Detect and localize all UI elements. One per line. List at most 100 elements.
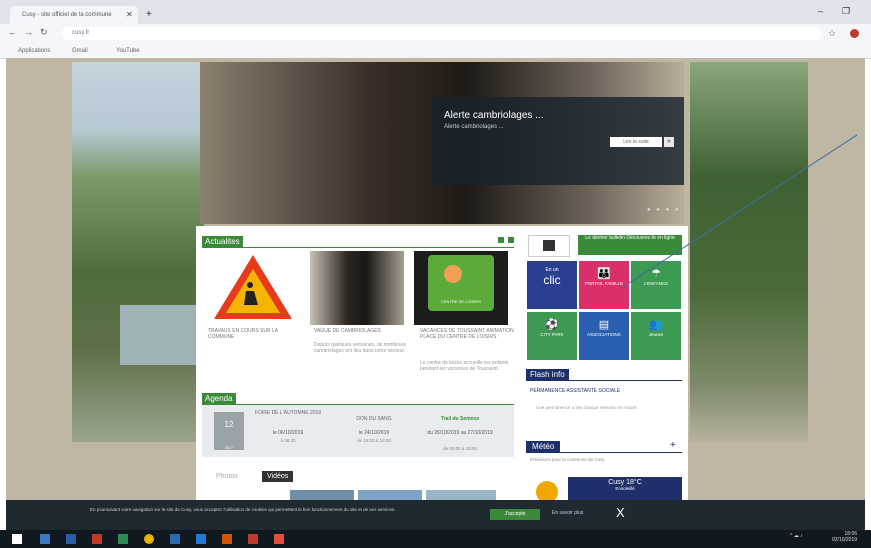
news-card-1-image[interactable]: [206, 251, 300, 325]
flash-divider: [526, 380, 682, 381]
clock-date: 02/10/2019: [832, 537, 858, 543]
magazine-icon[interactable]: [528, 235, 570, 257]
tile-enfance-label: L'ENFANCE: [643, 281, 669, 286]
forward-icon[interactable]: →: [24, 27, 33, 37]
bookmark-youtube[interactable]: YouTube: [116, 45, 140, 57]
meteo-expand-icon[interactable]: +: [670, 440, 676, 451]
bookmark-applications[interactable]: Applications: [18, 45, 50, 57]
tile-en-un-clic[interactable]: En un clic: [527, 261, 577, 309]
event-1-date: le 06/10/2019: [272, 430, 304, 436]
event-1-title[interactable]: FOIRE DE L'AUTOMNE 2019: [252, 410, 324, 416]
cookie-banner: [6, 500, 865, 530]
meteo-text: Prévisions pour la commune de Cusy.: [530, 457, 606, 462]
group-icon: 👥: [649, 319, 663, 331]
event-3-title[interactable]: Trail du Semnoz: [424, 416, 496, 422]
reload-icon[interactable]: ↻: [40, 27, 48, 38]
calendar-month: OCT: [224, 445, 234, 450]
tile-jeunes-label: Jeunes: [648, 332, 664, 337]
cookie-close-icon[interactable]: X: [616, 505, 625, 520]
star-icon[interactable]: ☆: [828, 28, 836, 39]
event-3-time: de 08:00 à 18:00: [443, 446, 477, 451]
tile-enfance[interactable]: ☂ L'ENFANCE: [631, 261, 681, 309]
browser-tab[interactable]: Cusy - site officiel de la commune: [10, 6, 138, 24]
tile-city-park-label: CITY PARK: [540, 332, 564, 337]
taskbar-app-icon[interactable]: [92, 534, 102, 544]
video-thumbnail[interactable]: [290, 490, 354, 500]
cookie-accept-button[interactable]: J'accepte: [490, 509, 540, 520]
profile-avatar[interactable]: [850, 29, 859, 38]
tile-portail-famille-label: PORTAIL FAMILLE: [584, 281, 624, 286]
news-next-icon[interactable]: [508, 237, 514, 243]
flash-info-text: Une permanence a lieu chaque semaine en …: [536, 405, 638, 410]
tab-close-icon[interactable]: ✕: [126, 6, 133, 24]
news-card-1-title[interactable]: TRAVAUX EN COURS SUR LA COMMUNE: [208, 328, 302, 340]
slider-dots[interactable]: ● ● ● ●: [647, 207, 681, 213]
news-heading: Actualites: [202, 236, 243, 247]
taskbar-app-icon[interactable]: [170, 534, 180, 544]
hero-subtitle: Alerte cambriolages ...: [444, 124, 504, 130]
event-2-title[interactable]: DON DU SANG: [338, 416, 410, 422]
landscape-left-image: [72, 62, 204, 442]
news-card-3-title[interactable]: VACANCES DE TOUSSAINT ANIMATION PLACE DU…: [420, 328, 514, 340]
tile-portail-famille[interactable]: 👪 PORTAIL FAMILLE: [579, 261, 629, 309]
event-3-date: du 26/10/2019 au 27/10/2019: [427, 430, 493, 436]
news-divider: [202, 247, 514, 248]
cookie-more-link[interactable]: En savoir plus: [552, 510, 583, 516]
news-card-2-title[interactable]: VAGUE DE CAMBRIOLAGES: [314, 328, 408, 334]
event-1-time: à 08:30: [280, 438, 296, 443]
roadworks-sign-icon: [214, 255, 292, 319]
meteo-city: Cusy: [608, 479, 625, 486]
taskbar-app-icon[interactable]: [40, 534, 50, 544]
document-icon: ▤: [598, 319, 610, 331]
taskbar-app-icon[interactable]: [248, 534, 258, 544]
poster-text: CENTRE DE LOISIRS: [440, 299, 481, 304]
video-thumbnail[interactable]: [426, 490, 496, 500]
videos-tab[interactable]: Vidéos: [262, 471, 294, 482]
ball-icon: ⚽: [545, 319, 559, 331]
url-input[interactable]: cusy.fr: [62, 27, 822, 40]
chrome-icon[interactable]: [144, 534, 154, 544]
taskbar-app-icon[interactable]: [274, 534, 284, 544]
meteo-temp: 18°C: [626, 479, 642, 486]
tile-city-park[interactable]: ⚽ CITY PARK: [527, 312, 577, 360]
hero-title: Alerte cambriolages ...: [444, 110, 544, 121]
taskbar-app-icon[interactable]: [66, 534, 76, 544]
flash-info-title[interactable]: PERMANENCE ASSISTANTE SOCIALE: [530, 388, 620, 394]
taskbar: [0, 530, 871, 548]
system-tray-icons[interactable]: ^ ☁ ♪: [790, 533, 803, 539]
news-card-2-text: Depuis quelques semaines, de nombreux ca…: [314, 342, 406, 354]
read-more-button[interactable]: Lire la suite: [610, 137, 662, 147]
landscape-right-image: [690, 62, 808, 442]
taskbar-app-icon[interactable]: [196, 534, 206, 544]
cookie-text: En poursuivant votre navigation sur le s…: [90, 507, 396, 512]
calendar-day: 12: [224, 420, 234, 429]
start-icon[interactable]: [12, 534, 22, 544]
meteo-divider: [526, 452, 682, 453]
river-image: [120, 305, 200, 365]
news-prev-icon[interactable]: [498, 237, 504, 243]
maximize-icon[interactable]: ❐: [842, 6, 850, 17]
bookmark-gmail[interactable]: Gmail: [72, 45, 88, 57]
video-thumbnail[interactable]: [358, 490, 422, 500]
taskbar-clock[interactable]: 18:06 02/10/2019: [832, 531, 857, 543]
tile-associations-label: ASSOCIATIONS: [587, 332, 621, 337]
read-more-arrow-icon[interactable]: »: [664, 137, 674, 147]
tile-en-un-label: clic: [543, 273, 561, 287]
flash-info-heading: Flash info: [526, 369, 569, 380]
meteo-city-temp: Cusy 18°C: [568, 479, 682, 486]
taskbar-app-icon[interactable]: [222, 534, 232, 544]
photos-tab[interactable]: Photos: [216, 473, 238, 480]
event-2-date: le 24/10/2019: [358, 430, 390, 436]
child-face-icon: [444, 265, 462, 283]
tile-jeunes[interactable]: 👥 Jeunes: [631, 312, 681, 360]
new-tab-icon[interactable]: +: [146, 9, 152, 21]
news-card-3-image[interactable]: CENTRE DE LOISIRS: [414, 251, 508, 325]
minimize-icon[interactable]: –: [818, 6, 823, 16]
meteo-sky: Ensoleillé: [615, 486, 635, 491]
taskbar-app-icon[interactable]: [118, 534, 128, 544]
tile-associations[interactable]: ▤ ASSOCIATIONS: [579, 312, 629, 360]
news-card-2-image[interactable]: [310, 251, 404, 325]
meteo-heading: Météo: [526, 441, 561, 452]
back-icon[interactable]: ←: [8, 27, 17, 37]
magazine-button[interactable]: Le dernier bulletin Découvrez-le en lign…: [578, 235, 682, 255]
